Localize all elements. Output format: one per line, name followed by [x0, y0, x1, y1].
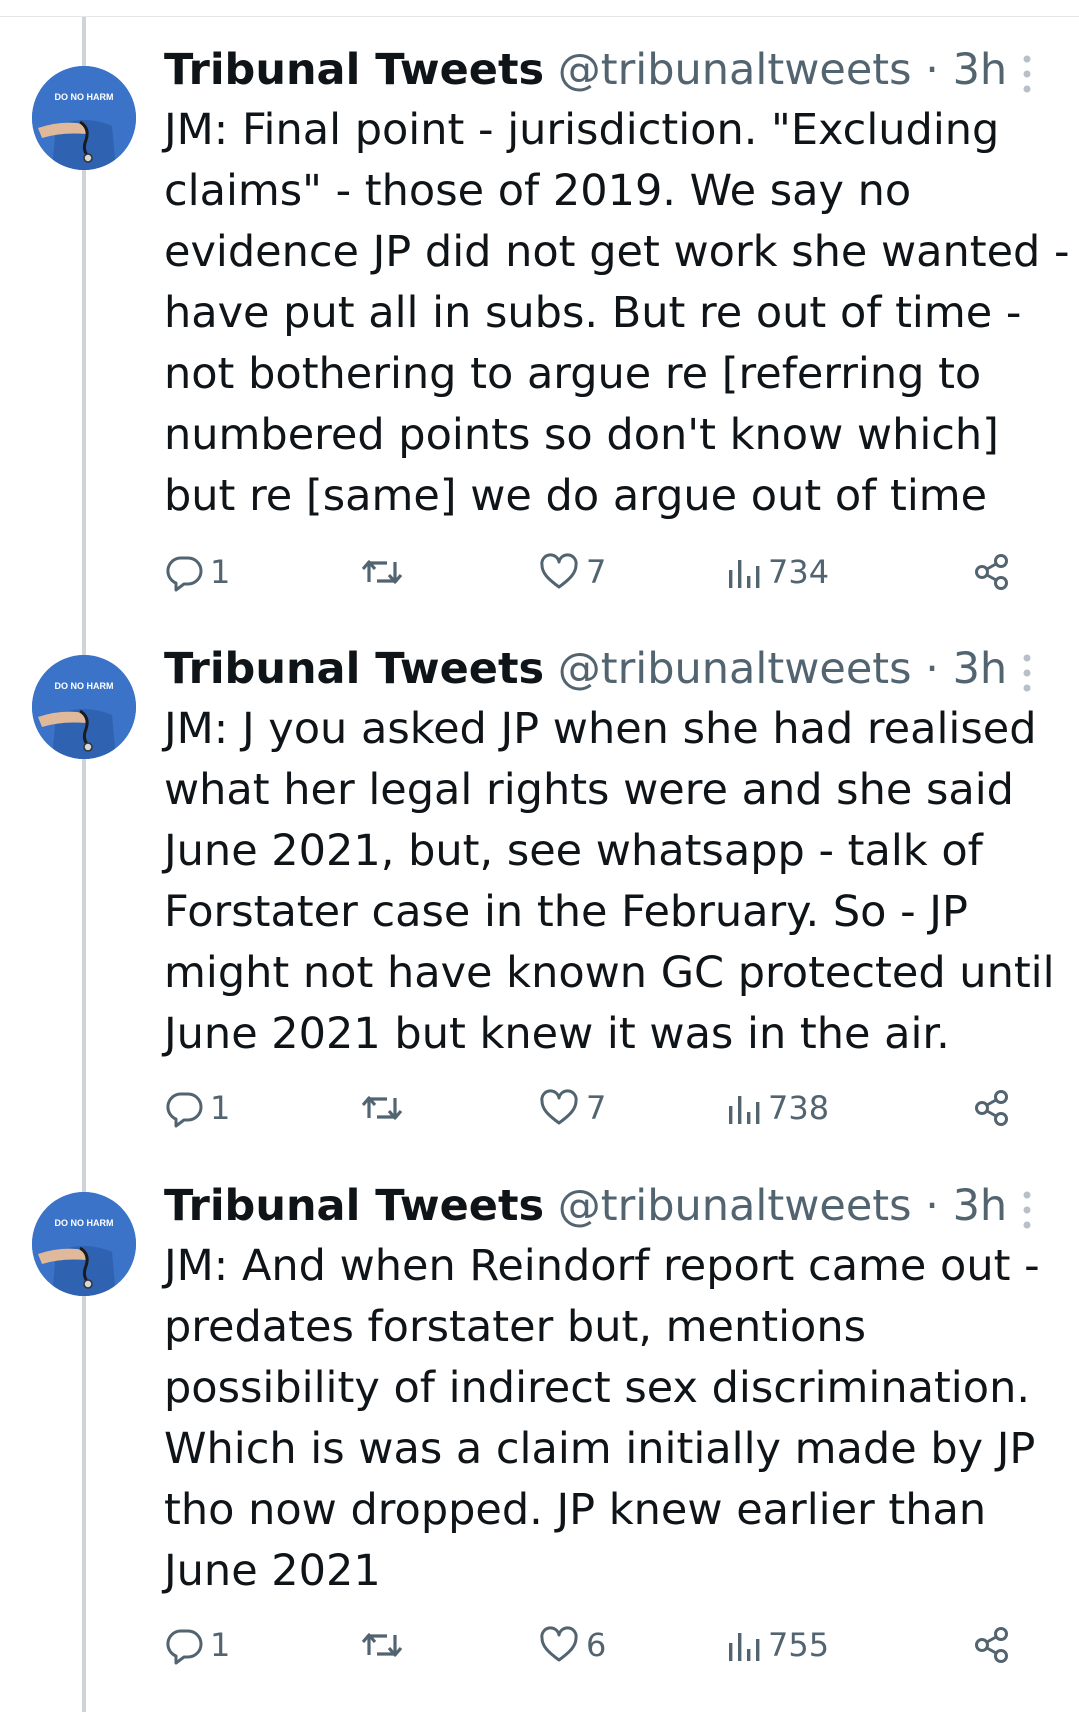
more-vertical-icon[interactable]	[1014, 651, 1040, 695]
thread-line	[82, 17, 86, 1712]
reply-count: 1	[210, 1626, 231, 1664]
share-icon	[972, 552, 1012, 592]
tweet-text-line: June 2021 but knew it was in the air.	[164, 1009, 950, 1059]
author-handle[interactable]: @tribunaltweets	[558, 45, 912, 95]
tweet-header: Tribunal Tweets @tribunaltweets · 3h	[164, 639, 1007, 699]
tweet-text-line: might not have known GC protected until	[164, 948, 1055, 998]
views-icon	[726, 1088, 762, 1128]
retweet-icon	[360, 1625, 404, 1665]
reply-button[interactable]: 1	[164, 1620, 230, 1670]
share-icon	[972, 1625, 1012, 1665]
separator: ·	[925, 644, 939, 694]
tweet-header: Tribunal Tweets @tribunaltweets · 3h	[164, 40, 1007, 100]
heart-icon	[538, 1625, 580, 1665]
tweet-text-line: JM: And when Reindorf report came out -	[164, 1241, 1040, 1291]
like-count: 7	[586, 1089, 607, 1127]
retweet-icon	[360, 1088, 404, 1128]
tweet-actions: 1 7 734	[164, 547, 1044, 597]
tweet-text: JM: And when Reindorf report came out - …	[164, 1236, 1064, 1602]
like-count: 6	[586, 1626, 607, 1664]
top-divider	[0, 16, 1079, 17]
like-count: 7	[586, 553, 607, 591]
heart-icon	[538, 1088, 580, 1128]
views-icon	[726, 1625, 762, 1665]
retweet-button[interactable]	[360, 1620, 404, 1670]
reply-icon	[164, 1088, 204, 1128]
timestamp[interactable]: 3h	[953, 644, 1008, 694]
tweet-text-line: evidence JP did not get work she wanted …	[164, 227, 1070, 277]
share-button[interactable]	[972, 1083, 1012, 1133]
tweet-text: JM: Final point - jurisdiction. "Excludi…	[164, 100, 1070, 527]
tweet-text-line: JM: J you asked JP when she had realised	[164, 704, 1037, 754]
like-button[interactable]: 7	[538, 547, 606, 597]
avatar-text: DO NO HARM	[55, 1218, 114, 1228]
tweet-actions: 1 6 755	[164, 1620, 1044, 1670]
separator: ·	[925, 1181, 939, 1231]
tweet-text-line: possibility of indirect sex discriminati…	[164, 1363, 1030, 1413]
tweet-text-line: predates forstater but, mentions	[164, 1302, 867, 1352]
reply-button[interactable]: 1	[164, 547, 230, 597]
reply-button[interactable]: 1	[164, 1083, 230, 1133]
tweet-text-line: JM: Final point - jurisdiction. "Excludi…	[164, 105, 1000, 155]
avatar[interactable]: DO NO HARM	[32, 1192, 136, 1296]
share-icon	[972, 1088, 1012, 1128]
tweet-text-line: June 2021, but, see whatsapp - talk of	[164, 826, 983, 876]
share-button[interactable]	[972, 1620, 1012, 1670]
author-name[interactable]: Tribunal Tweets	[164, 45, 544, 95]
tweet-text-line: numbered points so don't know which]	[164, 410, 999, 460]
retweet-icon	[360, 552, 404, 592]
author-handle[interactable]: @tribunaltweets	[558, 644, 912, 694]
views-icon	[726, 552, 762, 592]
tweet-text-line: have put all in subs. But re out of time…	[164, 288, 1022, 338]
views-button[interactable]: 734	[726, 547, 829, 597]
tweet-text-line: claims" - those of 2019. We say no	[164, 166, 912, 216]
views-button[interactable]: 738	[726, 1083, 829, 1133]
views-button[interactable]: 755	[726, 1620, 829, 1670]
view-count: 755	[768, 1626, 830, 1664]
avatar-text: DO NO HARM	[55, 92, 114, 102]
tweet-text-line: but re [same] we do argue out of time	[164, 471, 988, 521]
reply-count: 1	[210, 553, 231, 591]
view-count: 734	[768, 553, 830, 591]
tweet-text-line: not bothering to argue re [referring to	[164, 349, 982, 399]
like-button[interactable]: 7	[538, 1083, 606, 1133]
reply-icon	[164, 1625, 204, 1665]
author-name[interactable]: Tribunal Tweets	[164, 644, 544, 694]
retweet-button[interactable]	[360, 547, 404, 597]
more-vertical-icon[interactable]	[1014, 1188, 1040, 1232]
reply-count: 1	[210, 1089, 231, 1127]
tweet-text-line: June 2021	[164, 1546, 381, 1596]
tweet-text-line: what her legal rights were and she said	[164, 765, 1014, 815]
separator: ·	[925, 45, 939, 95]
view-count: 738	[768, 1089, 830, 1127]
timestamp[interactable]: 3h	[953, 45, 1008, 95]
tweet-text-line: tho now dropped. JP knew earlier than	[164, 1485, 987, 1535]
tweet-text-line: Forstater case in the February. So - JP	[164, 887, 968, 937]
tweet-header: Tribunal Tweets @tribunaltweets · 3h	[164, 1176, 1007, 1236]
like-button[interactable]: 6	[538, 1620, 606, 1670]
timestamp[interactable]: 3h	[953, 1181, 1008, 1231]
avatar[interactable]: DO NO HARM	[32, 655, 136, 759]
tweet-text-line: Which is was a claim initially made by J…	[164, 1424, 1036, 1474]
author-name[interactable]: Tribunal Tweets	[164, 1181, 544, 1231]
avatar[interactable]: DO NO HARM	[32, 66, 136, 170]
reply-icon	[164, 552, 204, 592]
share-button[interactable]	[972, 547, 1012, 597]
retweet-button[interactable]	[360, 1083, 404, 1133]
heart-icon	[538, 552, 580, 592]
more-vertical-icon[interactable]	[1014, 52, 1040, 96]
avatar-text: DO NO HARM	[55, 681, 114, 691]
tweet-actions: 1 7 738	[164, 1083, 1044, 1133]
author-handle[interactable]: @tribunaltweets	[558, 1181, 912, 1231]
tweet-text: JM: J you asked JP when she had realised…	[164, 699, 1064, 1065]
